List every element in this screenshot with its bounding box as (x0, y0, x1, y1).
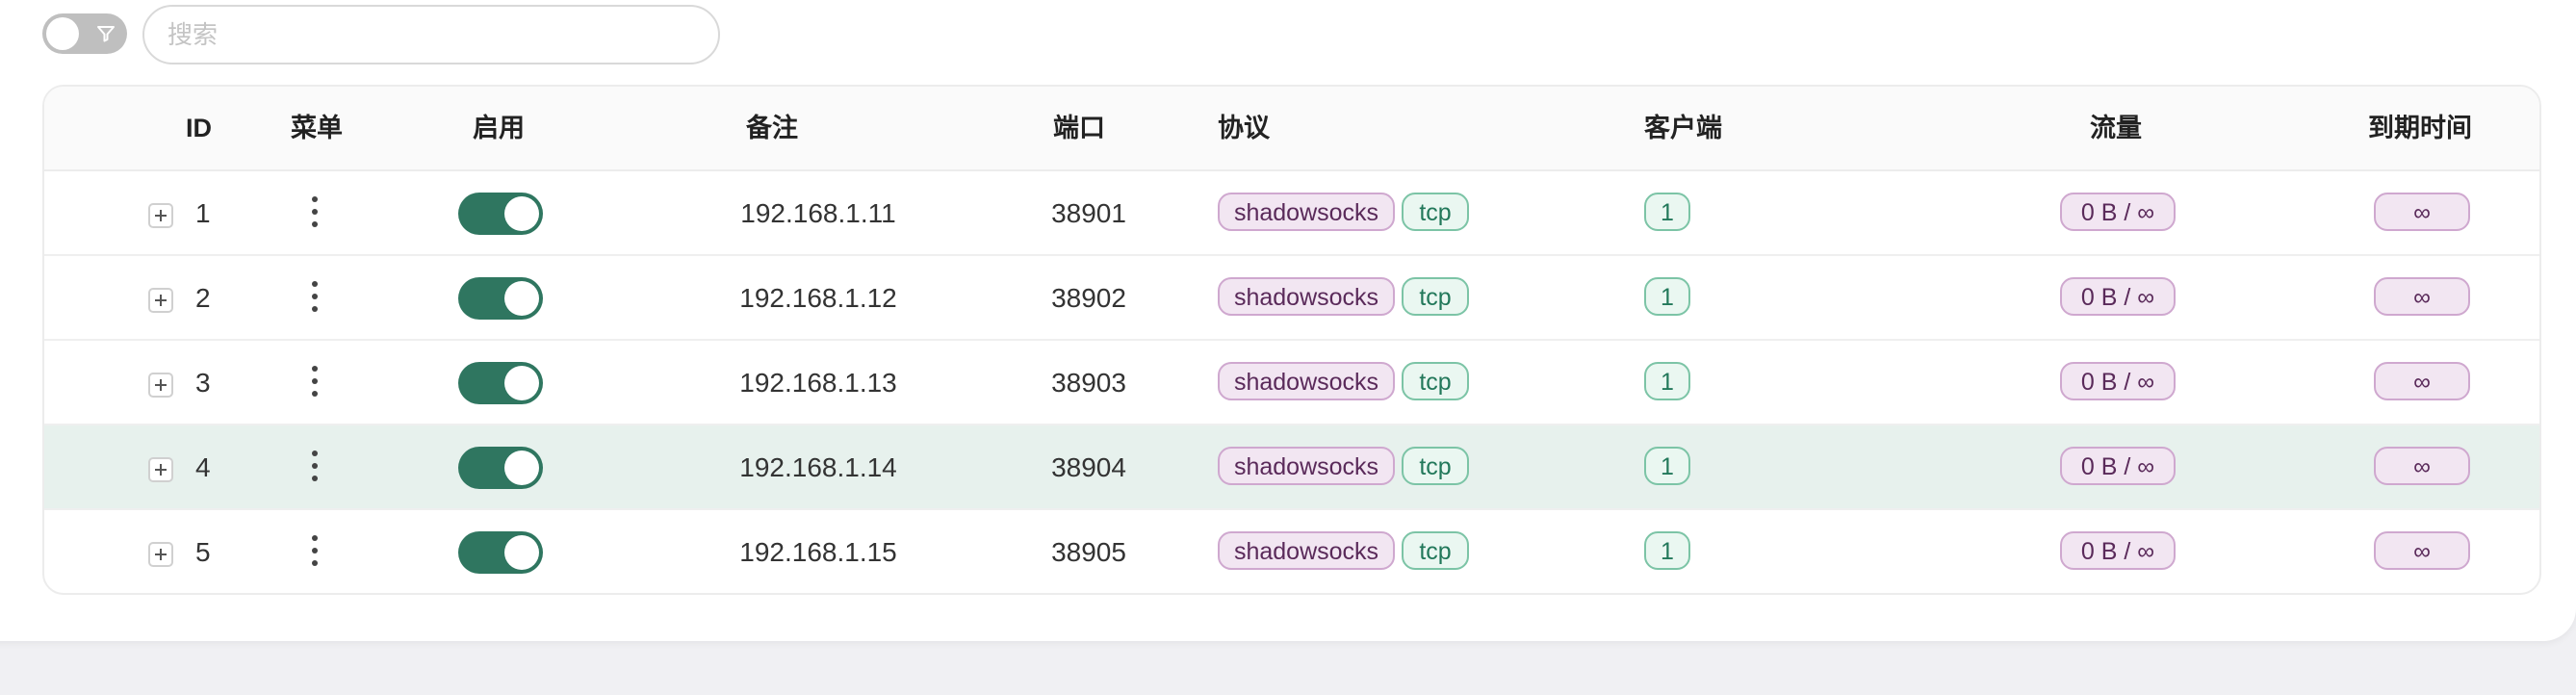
enable-switch[interactable] (458, 531, 543, 574)
expand-row-icon[interactable] (148, 457, 173, 482)
network-tag: tcp (1402, 277, 1469, 316)
toggle-knob (46, 17, 79, 50)
expiry-tag: ∞ (2374, 362, 2470, 400)
clients-count-badge[interactable]: 1 (1644, 362, 1690, 400)
enable-switch[interactable] (458, 362, 543, 404)
enable-switch[interactable] (458, 447, 543, 489)
clients-count-badge[interactable]: 1 (1644, 277, 1690, 316)
table-header: ID 菜单 启用 备注 端口 协议 客户端 流量 到期时间 (44, 87, 2539, 171)
cell-port: 38901 (1051, 198, 1126, 228)
traffic-tag: 0 B / ∞ (2060, 447, 2176, 485)
cell-remark: 192.168.1.11 (740, 198, 896, 228)
expand-row-icon[interactable] (148, 373, 173, 398)
expiry-tag: ∞ (2374, 447, 2470, 485)
enable-switch[interactable] (458, 277, 543, 320)
protocol-tag: shadowsocks (1218, 193, 1395, 231)
network-tag: tcp (1402, 447, 1469, 485)
header-traffic: 流量 (2090, 114, 2142, 142)
cell-port: 38903 (1051, 368, 1126, 398)
enable-switch[interactable] (458, 193, 543, 235)
clients-count-badge[interactable]: 1 (1644, 447, 1690, 485)
cell-remark: 192.168.1.14 (739, 452, 897, 482)
filter-icon (97, 26, 115, 42)
switch-knob (504, 450, 539, 485)
cell-port: 38902 (1051, 283, 1126, 313)
cell-id: 4 (195, 452, 211, 482)
cell-remark: 192.168.1.13 (739, 368, 897, 398)
cell-port: 38904 (1051, 452, 1126, 482)
table-row[interactable]: 4 192.168.1.14 38904 shadowsocks tcp 1 0 B / ∞… (44, 425, 2539, 510)
cell-remark: 192.168.1.15 (739, 537, 897, 567)
network-tag: tcp (1402, 362, 1469, 400)
protocol-tag: shadowsocks (1218, 362, 1395, 400)
protocol-tag: shadowsocks (1218, 447, 1395, 485)
switch-knob (504, 196, 539, 231)
clients-count-badge[interactable]: 1 (1644, 193, 1690, 231)
table-row[interactable]: 3 192.168.1.13 38903 shadowsocks tcp 1 0 B / ∞… (44, 341, 2539, 425)
switch-knob (504, 366, 539, 400)
table-row[interactable]: 1 192.168.1.11 38901 shadowsocks tcp 1 0 B / ∞… (44, 171, 2539, 256)
clients-count-badge[interactable]: 1 (1644, 531, 1690, 570)
expiry-tag: ∞ (2374, 193, 2470, 231)
network-tag: tcp (1402, 531, 1469, 570)
protocol-tag: shadowsocks (1218, 531, 1395, 570)
header-id[interactable]: ID (186, 87, 212, 169)
switch-knob (504, 281, 539, 316)
header-expiry: 到期时间 (2368, 114, 2472, 142)
more-menu-icon[interactable] (310, 362, 320, 400)
cell-port: 38905 (1051, 537, 1126, 567)
header-menu: 菜单 (291, 114, 343, 142)
traffic-tag: 0 B / ∞ (2060, 277, 2176, 316)
cell-id: 1 (195, 198, 211, 228)
inbounds-table: ID 菜单 启用 备注 端口 协议 客户端 流量 到期时间 1 192.168.1… (42, 85, 2541, 595)
expiry-tag: ∞ (2374, 531, 2470, 570)
traffic-tag: 0 B / ∞ (2060, 531, 2176, 570)
table-row[interactable]: 2 192.168.1.12 38902 shadowsocks tcp 1 0 B / ∞… (44, 256, 2539, 341)
traffic-tag: 0 B / ∞ (2060, 362, 2176, 400)
network-tag: tcp (1402, 193, 1469, 231)
expand-row-icon[interactable] (148, 288, 173, 313)
table-row[interactable]: 5 192.168.1.15 38905 shadowsocks tcp 1 0 B / ∞… (44, 510, 2539, 593)
cell-id: 2 (195, 283, 211, 313)
cell-id: 5 (195, 537, 211, 567)
filter-toggle[interactable] (42, 13, 127, 54)
search-input[interactable] (142, 5, 720, 64)
traffic-tag: 0 B / ∞ (2060, 193, 2176, 231)
switch-knob (504, 535, 539, 570)
expand-row-icon[interactable] (148, 542, 173, 567)
cell-remark: 192.168.1.12 (739, 283, 897, 313)
protocol-tag: shadowsocks (1218, 277, 1395, 316)
cell-id: 3 (195, 368, 211, 398)
header-clients: 客户端 (1644, 114, 1722, 142)
more-menu-icon[interactable] (310, 531, 320, 570)
header-remark: 备注 (746, 114, 798, 142)
more-menu-icon[interactable] (310, 277, 320, 316)
more-menu-icon[interactable] (310, 447, 320, 485)
header-port: 端口 (1053, 114, 1105, 142)
header-enable: 启用 (473, 114, 525, 142)
expand-row-icon[interactable] (148, 203, 173, 228)
expiry-tag: ∞ (2374, 277, 2470, 316)
header-protocol: 协议 (1218, 114, 1270, 142)
more-menu-icon[interactable] (310, 193, 320, 231)
